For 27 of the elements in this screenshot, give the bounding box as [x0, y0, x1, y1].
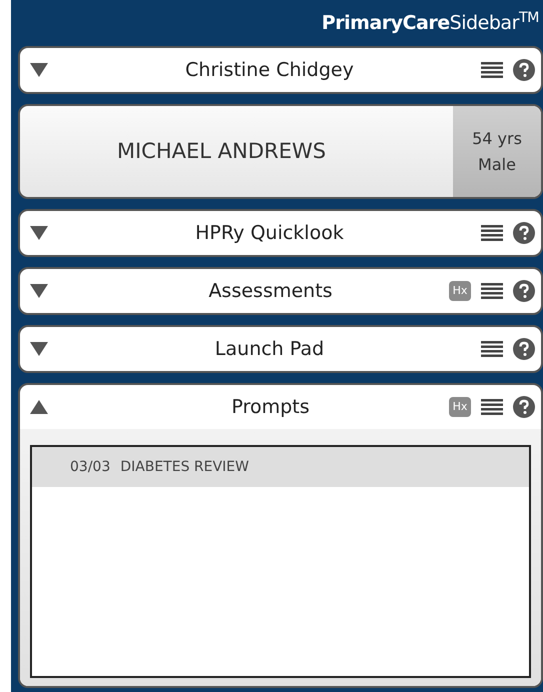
patient-name: MICHAEL ANDREWS	[116, 138, 327, 165]
help-icon[interactable]	[513, 396, 535, 418]
section-title[interactable]: Launch Pad	[48, 334, 481, 364]
prompt-text: DIABETES REVIEW	[120, 458, 249, 476]
expand-icon[interactable]	[30, 342, 48, 356]
patient-sex: Male	[478, 154, 516, 176]
menu-icon[interactable]	[481, 399, 503, 415]
menu-icon[interactable]	[481, 341, 503, 357]
prompt-date: 03/03	[70, 458, 110, 476]
menu-icon[interactable]	[481, 62, 503, 78]
section-title[interactable]: Prompts	[48, 392, 449, 422]
collapse-icon[interactable]	[30, 400, 48, 414]
expand-icon[interactable]	[30, 63, 48, 77]
menu-icon[interactable]	[481, 283, 503, 299]
prompt-item[interactable]: 03/03 DIABETES REVIEW	[32, 447, 529, 487]
section-title[interactable]: Assessments	[48, 276, 449, 306]
help-icon[interactable]	[513, 338, 535, 360]
expand-icon[interactable]	[30, 284, 48, 298]
help-icon[interactable]	[513, 280, 535, 302]
section-title[interactable]: Christine Chidgey	[48, 56, 481, 84]
section-title[interactable]: HPRy Quicklook	[48, 218, 481, 248]
help-icon[interactable]	[513, 59, 535, 81]
patient-age: 54 yrs	[472, 128, 522, 150]
expand-icon[interactable]	[30, 226, 48, 240]
help-icon[interactable]	[513, 222, 535, 244]
app-title: PrimaryCareSidebar$^{TM}$	[322, 8, 539, 36]
menu-icon[interactable]	[481, 225, 503, 241]
